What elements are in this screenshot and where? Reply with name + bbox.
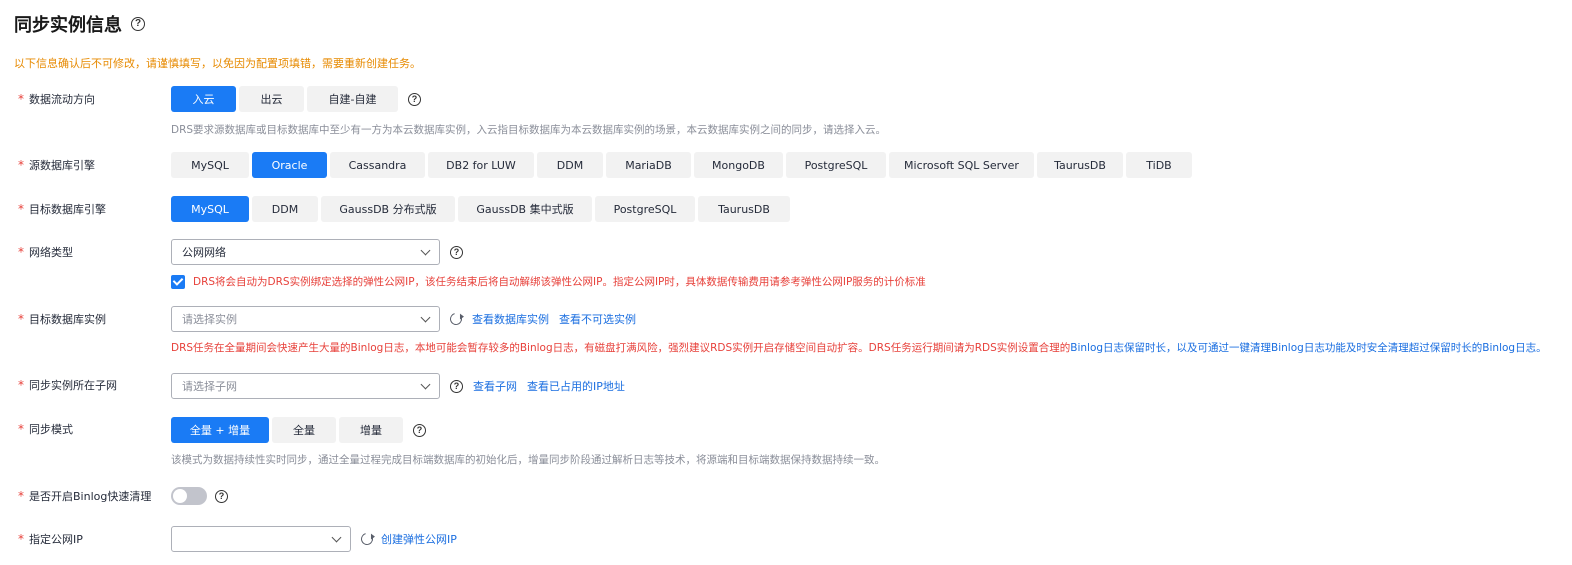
view-db-instances-link[interactable]: 查看数据库实例 [472, 311, 549, 327]
refresh-icon[interactable] [447, 310, 465, 328]
source-engine-ddm[interactable]: DDM [537, 152, 603, 178]
sync-mode-hint: 该模式为数据持续性实时同步，通过全量过程完成目标端数据库的初始化后，增量同步阶段… [171, 454, 885, 466]
chevron-down-icon [420, 245, 431, 255]
source-engine-oracle[interactable]: Oracle [252, 152, 327, 178]
flow-direction-label: * 数据流动方向 [18, 89, 168, 109]
binlog-cleanup-label: * 是否开启Binlog快速清理 [18, 486, 168, 506]
subnet-select[interactable]: 请选择子网 [171, 373, 440, 399]
binlog-warning-blue: Binlog日志保留时长，以及可通过一键清理Binlog日志功能及时安全清理超过… [1070, 342, 1547, 354]
source-engine-group: MySQL Oracle Cassandra DB2 for LUW DDM M… [171, 152, 1195, 178]
target-instance-control: 请选择实例 查看数据库实例 查看不可选实例 [171, 306, 636, 332]
network-type-select[interactable]: 公网网络 [171, 239, 440, 265]
page-title: 同步实例信息 ? [14, 11, 145, 37]
chevron-down-icon [420, 312, 431, 322]
flow-direction-out-cloud[interactable]: 出云 [239, 86, 304, 112]
target-engine-postgresql[interactable]: PostgreSQL [595, 196, 695, 222]
source-engine-mariadb[interactable]: MariaDB [606, 152, 691, 178]
target-instance-label-text: 目标数据库实例 [29, 313, 106, 326]
network-type-label: * 网络类型 [18, 242, 168, 262]
target-engine-taurusdb[interactable]: TaurusDB [698, 196, 790, 222]
binlog-cleanup-control: ? [171, 487, 228, 505]
required-marker: * [18, 245, 24, 259]
source-engine-sqlserver[interactable]: Microsoft SQL Server [889, 152, 1034, 178]
network-type-control: 公网网络 ? [171, 239, 463, 265]
view-occupied-ip-link[interactable]: 查看已占用的IP地址 [527, 378, 625, 394]
eip-bind-notice: DRS将会自动为DRS实例绑定选择的弹性公网IP，该任务结束后将自动解绑该弹性公… [193, 276, 926, 288]
flow-direction-group: 入云 出云 自建-自建 ? [171, 86, 421, 112]
required-marker: * [18, 92, 24, 106]
required-marker: * [18, 158, 24, 172]
modify-warning: 以下信息确认后不可修改，请谨慎填写，以免因为配置项填错，需要重新创建任务。 [14, 57, 421, 70]
source-engine-db2[interactable]: DB2 for LUW [428, 152, 534, 178]
binlog-cleanup-toggle[interactable] [171, 487, 207, 505]
source-engine-postgresql[interactable]: PostgreSQL [786, 152, 886, 178]
public-ip-select[interactable] [171, 526, 351, 552]
network-type-label-text: 网络类型 [29, 246, 73, 259]
flow-direction-hint: DRS要求源数据库或目标数据库中至少有一方为本云数据库实例，入云指目标数据库为本… [171, 124, 887, 136]
sync-mode-group: 全量 + 增量 全量 增量 ? [171, 417, 426, 443]
subnet-label: * 同步实例所在子网 [18, 375, 168, 395]
target-engine-gaussdb-distributed[interactable]: GaussDB 分布式版 [321, 196, 455, 222]
help-icon[interactable]: ? [408, 92, 421, 106]
chevron-down-icon [331, 532, 342, 542]
target-engine-mysql[interactable]: MySQL [171, 196, 249, 222]
source-engine-mongodb[interactable]: MongoDB [694, 152, 783, 178]
subnet-label-text: 同步实例所在子网 [29, 379, 117, 392]
flow-direction-label-text: 数据流动方向 [29, 93, 95, 106]
target-instance-label: * 目标数据库实例 [18, 309, 168, 329]
flow-direction-in-cloud[interactable]: 入云 [171, 86, 236, 112]
source-engine-tidb[interactable]: TiDB [1126, 152, 1192, 178]
refresh-icon[interactable] [358, 530, 376, 548]
required-marker: * [18, 312, 24, 326]
required-marker: * [18, 489, 24, 503]
flow-direction-self-built[interactable]: 自建-自建 [307, 86, 398, 112]
chevron-down-icon [420, 379, 431, 389]
binlog-warning-red: DRS任务在全量期间会快速产生大量的Binlog日志，本地可能会暂存较多的Bin… [171, 342, 1071, 354]
target-engine-group: MySQL DDM GaussDB 分布式版 GaussDB 集中式版 Post… [171, 196, 793, 222]
create-eip-link[interactable]: 创建弹性公网IP [381, 531, 457, 547]
view-unselectable-instances-link[interactable]: 查看不可选实例 [559, 311, 636, 327]
subnet-placeholder: 请选择子网 [182, 380, 237, 393]
sync-mode-full-incremental[interactable]: 全量 + 增量 [171, 417, 269, 443]
target-engine-gaussdb-centralized[interactable]: GaussDB 集中式版 [458, 196, 592, 222]
binlog-warning: DRS任务在全量期间会快速产生大量的Binlog日志，本地可能会暂存较多的Bin… [171, 340, 1547, 355]
help-icon[interactable]: ? [215, 489, 228, 503]
source-engine-label: * 源数据库引擎 [18, 155, 168, 175]
help-icon[interactable]: ? [450, 245, 463, 259]
public-ip-control: 创建弹性公网IP [171, 526, 457, 552]
eip-bind-checkbox[interactable] [171, 274, 185, 289]
required-marker: * [18, 378, 24, 392]
public-ip-label-text: 指定公网IP [29, 533, 83, 546]
source-engine-cassandra[interactable]: Cassandra [330, 152, 425, 178]
binlog-cleanup-label-text: 是否开启Binlog快速清理 [29, 490, 152, 503]
required-marker: * [18, 532, 24, 546]
source-engine-mysql[interactable]: MySQL [171, 152, 249, 178]
source-engine-label-text: 源数据库引擎 [29, 159, 95, 172]
help-icon[interactable]: ? [131, 17, 145, 31]
target-engine-ddm[interactable]: DDM [252, 196, 318, 222]
target-instance-select[interactable]: 请选择实例 [171, 306, 440, 332]
network-type-value: 公网网络 [182, 246, 226, 259]
target-engine-label: * 目标数据库引擎 [18, 199, 168, 219]
page-title-text: 同步实例信息 [14, 15, 122, 36]
sync-mode-incremental[interactable]: 增量 [339, 417, 403, 443]
sync-mode-label: * 同步模式 [18, 419, 168, 439]
public-ip-label: * 指定公网IP [18, 529, 168, 549]
sync-mode-label-text: 同步模式 [29, 423, 73, 436]
view-subnet-link[interactable]: 查看子网 [473, 378, 517, 394]
required-marker: * [18, 202, 24, 216]
eip-checkbox-row: DRS将会自动为DRS实例绑定选择的弹性公网IP，该任务结束后将自动解绑该弹性公… [171, 274, 926, 289]
target-instance-placeholder: 请选择实例 [182, 313, 237, 326]
sync-mode-full[interactable]: 全量 [272, 417, 336, 443]
help-icon[interactable]: ? [413, 423, 426, 437]
source-engine-taurusdb[interactable]: TaurusDB [1037, 152, 1123, 178]
help-icon[interactable]: ? [450, 379, 463, 393]
target-engine-label-text: 目标数据库引擎 [29, 203, 106, 216]
subnet-control: 请选择子网 ? 查看子网 查看已占用的IP地址 [171, 373, 625, 399]
required-marker: * [18, 422, 24, 436]
